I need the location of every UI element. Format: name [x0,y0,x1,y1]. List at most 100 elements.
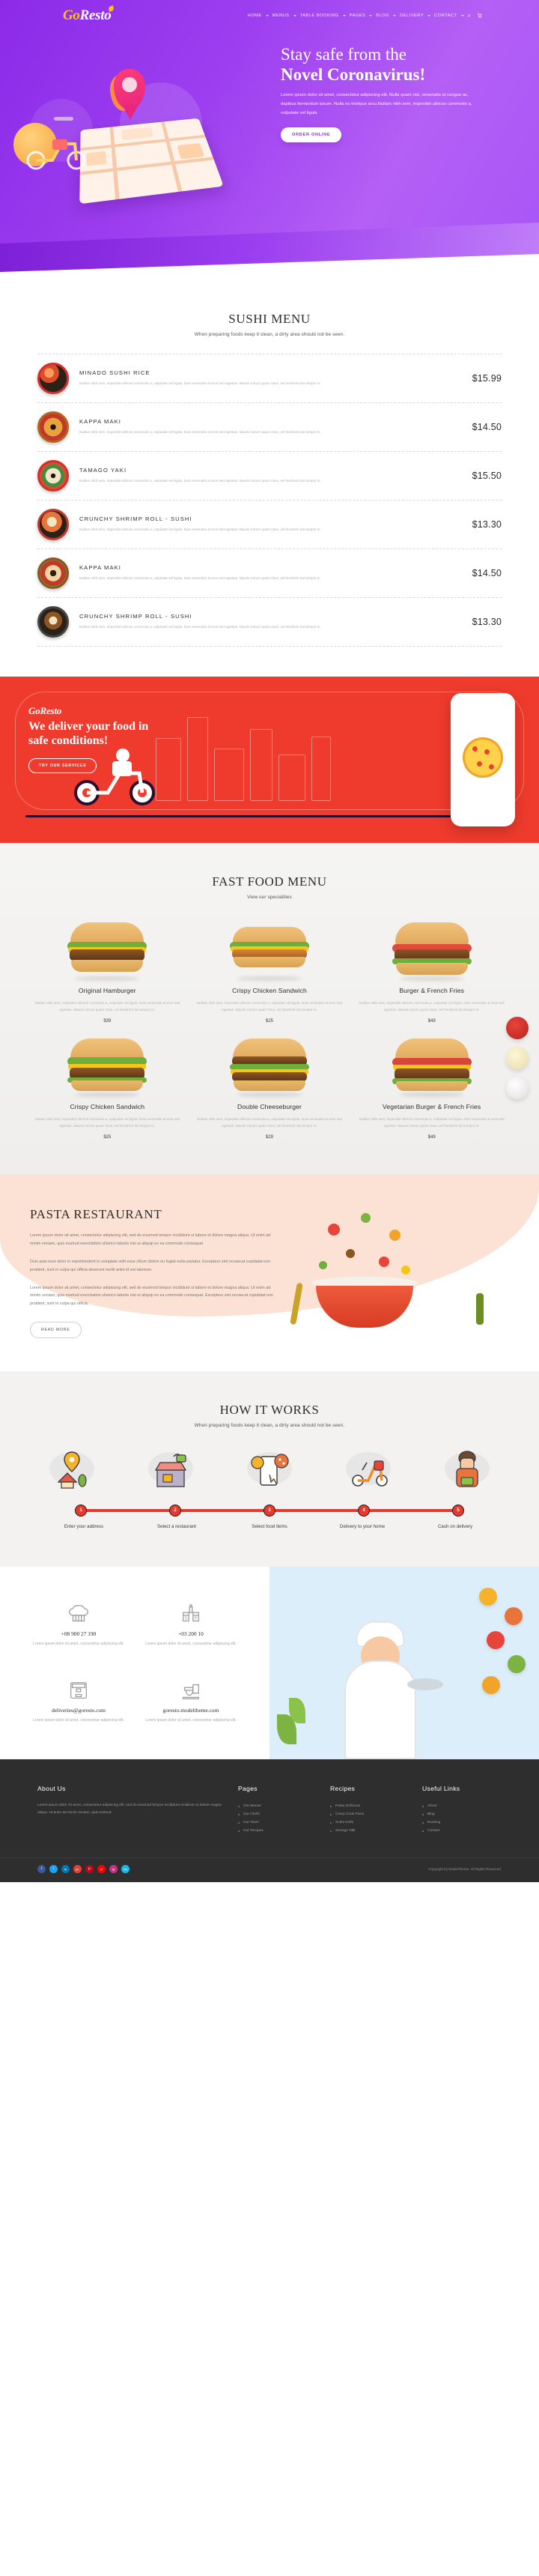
pizza-icon [463,737,503,778]
google-plus-icon[interactable]: g+ [73,1864,82,1873]
fastfood-price: $49 [427,1019,436,1024]
contact-item[interactable]: deliveries@goresto.com Lorem ipsum dolor… [22,1678,135,1725]
fastfood-card[interactable]: Crispy Chicken Sandwich Nullam nibh sem,… [192,919,347,1024]
logo-leaf-icon [108,5,115,12]
copyright-text: Copyright by ModelTheme. All Rights Rese… [428,1866,502,1871]
fastfood-card[interactable]: Double Cheeseburger Nullam nibh sem, imp… [192,1035,347,1140]
twitter-icon[interactable]: t [49,1864,58,1873]
footer-link[interactable]: Storage Talk [330,1827,409,1835]
menu-item-row[interactable]: MINADO SUSHI RICE Nullam nibh sem, imper… [37,354,502,402]
menu-item-row[interactable]: KAPPA MAKI Nullam nibh sem, imperdiet ul… [37,548,502,597]
step-label-1: Enter your address [64,1523,104,1529]
menu-item-name: MINADO SUSHI RICE [79,369,150,377]
stand-mixer-icon [135,1678,247,1703]
fastfood-card[interactable]: Original Hamburger Nullam nibh sem, impe… [30,919,185,1024]
read-more-button[interactable]: READ MORE [30,1321,82,1338]
footer-link[interactable]: Blog [422,1810,501,1818]
hamburger-image [66,919,148,981]
menu-item-name: KAPPA MAKI [79,564,122,572]
nav-item-home[interactable]: HOME [245,13,265,18]
linkedin-icon[interactable]: in [61,1864,70,1873]
pinterest-icon[interactable]: p [85,1864,94,1873]
menu-item-row[interactable]: CRUNCHY SHRIMP ROLL - SUSHI Nullam nibh … [37,597,502,647]
svg-text:S: S [185,1616,188,1621]
search-icon[interactable]: ⌕ [465,12,474,19]
order-online-button[interactable]: ORDER ONLINE [281,127,342,142]
fastfood-description: Nullam nibh sem, imperdiet ultrices comm… [359,1117,505,1128]
site-header: GoResto HOME MENUS TABLE BOOKING PAGES B… [0,0,539,31]
double-cheeseburger-image [228,1035,311,1098]
hero-illustration [7,39,255,226]
steps-timeline: 1 2 3 4 5 [75,1504,464,1517]
pasta-paragraph-3: Lorem ipsum dolor sit amet, consectetur … [30,1285,274,1307]
nav-item-blog[interactable]: BLOG [373,13,392,18]
menu-item-row[interactable]: CRUNCHY SHRIMP ROLL - SUSHI Nullam nibh … [37,500,502,548]
step-dot-1: 1 [75,1504,87,1517]
sushi-thumbnail [37,606,69,638]
footer-link[interactable]: Our Chefs [238,1810,317,1818]
contact-item[interactable]: goresto.modeltheme.com Lorem ipsum dolor… [135,1678,247,1725]
delivery-scooter-illustration [67,743,166,811]
home-pin-icon [45,1445,99,1491]
youtube-icon[interactable]: yt [97,1864,106,1873]
footer-useful-title: Useful Links [422,1784,460,1792]
chevron-down-icon [369,15,373,16]
step-label-2: Select a restaurant [157,1523,196,1529]
salad-bowl-illustration [277,1207,509,1338]
nav-item-table-booking[interactable]: TABLE BOOKING [297,13,342,18]
fastfood-card[interactable]: Vegetarian Burger & French Fries Nullam … [354,1035,509,1140]
menu-item-price: $13.30 [472,617,502,627]
footer-link[interactable]: Pasta Delicious [330,1802,409,1810]
nav-item-contact[interactable]: CONTACT [431,13,460,18]
social-links[interactable]: f t in g+ p yt ig vm [37,1864,130,1873]
footer-link[interactable]: Our Team [238,1818,317,1827]
footer-link[interactable]: Our Menus [238,1802,317,1810]
menu-item-row[interactable]: KAPPA MAKI Nullam nibh sem, imperdiet ul… [37,402,502,451]
salad-icon [508,1654,526,1673]
facebook-icon[interactable]: f [37,1864,46,1873]
footer-pages-column: Pages Our Menus Our Chefs Our Team Our R… [238,1785,317,1835]
footer-link[interactable]: Crazy Cook Pizza [330,1810,409,1818]
nav-item-delivery[interactable]: DELIVERY [397,13,427,18]
mobile-order-icon [243,1445,296,1491]
phone-screen [455,699,511,816]
cart-icon[interactable] [474,13,485,19]
footer-link[interactable]: About [422,1802,501,1810]
fastfood-card[interactable]: Crispy Chicken Sandwich Nullam nibh sem,… [30,1035,185,1140]
pasta-title: PASTA RESTAURANT [30,1207,162,1222]
chicken-sandwich-image [228,919,311,981]
step-dot-2: 2 [169,1504,181,1517]
chef-illustration-panel [270,1566,539,1759]
phone-illustration [451,693,515,826]
menu-item-price: $15.50 [472,471,502,481]
dessert-icon [482,1675,500,1694]
footer-link[interactable]: Sushi Knife [330,1818,409,1827]
contact-section: +08 900 27 190 Lorem ipsum dolor sit ame… [0,1566,539,1759]
footer-link[interactable]: Booking [422,1818,501,1827]
menu-item-description: Nullam nibh sem, imperdiet ultrices comm… [79,576,321,581]
nav-item-menus[interactable]: MENUS [270,13,293,18]
vimeo-icon[interactable]: vm [121,1864,130,1873]
instagram-icon[interactable]: ig [109,1864,118,1873]
map-illustration [79,118,224,205]
main-navigation[interactable]: HOME MENUS TABLE BOOKING PAGES BLOG DELI… [245,12,523,19]
fastfood-card[interactable]: Burger & French Fries Nullam nibh sem, i… [354,919,509,1024]
site-logo[interactable]: GoResto [63,5,115,24]
menu-item-row[interactable]: TAMAGO YAKI Nullam nibh sem, imperdiet u… [37,451,502,500]
contact-item[interactable]: +08 900 27 190 Lorem ipsum dolor sit ame… [22,1601,135,1648]
footer-link[interactable]: Contact [422,1827,501,1835]
menu-item-price: $13.30 [472,519,502,530]
step-dot-5: 5 [452,1504,464,1517]
contact-description: Lorem ipsum dolor sit amet, consectetur … [33,1718,124,1723]
contact-item[interactable]: S P +03 200 10 Lorem ipsum dolor sit ame… [135,1601,247,1648]
coffee-machine-icon [22,1678,135,1703]
contact-title: +03 200 10 [178,1630,204,1637]
footer-link[interactable]: Our Recipes [238,1827,317,1835]
sushi-menu-section: SUSHI MENU When preparing foods keep it … [0,276,539,677]
footer-about-title: About Us [37,1784,66,1792]
nav-item-pages[interactable]: PAGES [347,13,369,18]
delivery-banner-section: GoResto We deliver your food in safe con… [0,677,539,843]
menu-item-description: Nullam nibh sem, imperdiet ultrices comm… [79,381,321,386]
hero-title-line1: Stay safe from the [281,45,406,64]
chicken-sandwich-image [66,1035,148,1098]
